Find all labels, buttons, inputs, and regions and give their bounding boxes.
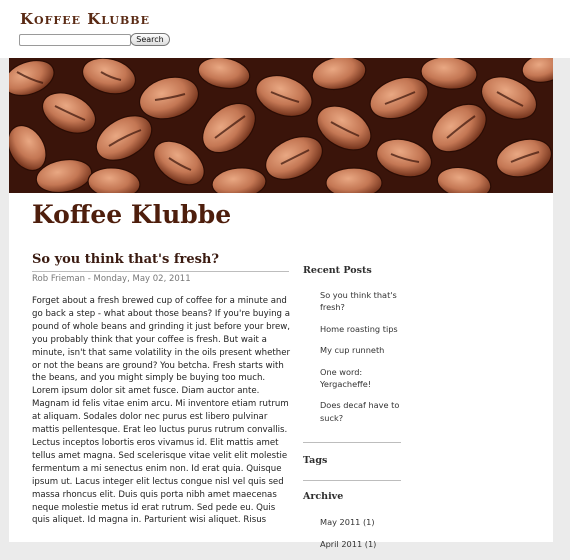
post-title-divider xyxy=(32,271,289,272)
sidebar-divider xyxy=(303,442,401,443)
coffee-beans-banner-image xyxy=(9,58,553,193)
archive-heading: Archive xyxy=(303,491,344,502)
recent-post-link[interactable]: Does decaf have to suck? xyxy=(320,399,402,424)
site-title[interactable]: Koffee Klubbe xyxy=(20,10,150,28)
search-input[interactable] xyxy=(19,34,131,46)
post-body: Forget about a fresh brewed cup of coffe… xyxy=(32,296,291,526)
post-meta: Rob Frieman - Monday, May 02, 2011 xyxy=(32,274,191,284)
post-title[interactable]: So you think that's fresh? xyxy=(32,252,219,267)
recent-posts-list: So you think that's fresh? Home roasting… xyxy=(320,289,402,433)
recent-post-link[interactable]: Home roasting tips xyxy=(320,323,402,335)
recent-post-link[interactable]: My cup runneth xyxy=(320,344,402,356)
recent-posts-heading: Recent Posts xyxy=(303,265,372,276)
tags-heading: Tags xyxy=(303,455,328,466)
page-content: Koffee Klubbe So you think that's fresh?… xyxy=(9,58,553,549)
recent-post-link[interactable]: So you think that's fresh? xyxy=(320,289,402,314)
archive-list: May 2011 (1) April 2011 (1) xyxy=(320,516,376,560)
search-button[interactable]: Search xyxy=(130,33,170,46)
archive-month-link[interactable]: April 2011 (1) xyxy=(320,538,376,550)
blog-title[interactable]: Koffee Klubbe xyxy=(32,200,231,229)
top-bar: Koffee Klubbe Search xyxy=(0,0,570,58)
sidebar-divider xyxy=(303,480,401,481)
archive-month-link[interactable]: May 2011 (1) xyxy=(320,516,376,528)
recent-post-link[interactable]: One word: Yergacheffe! xyxy=(320,366,402,391)
